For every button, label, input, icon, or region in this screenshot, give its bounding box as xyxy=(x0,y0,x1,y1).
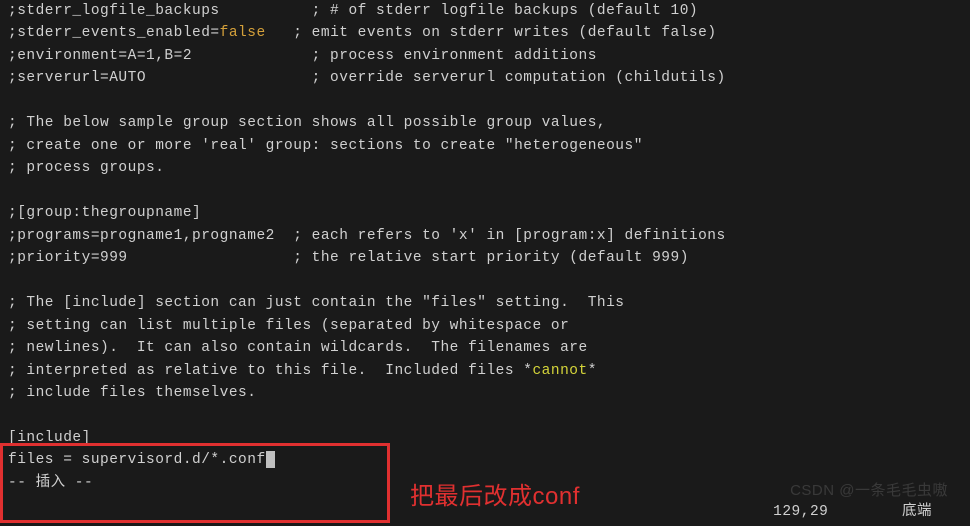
code-line: ; The [include] section can just contain… xyxy=(8,292,962,314)
keyword-cannot: cannot xyxy=(532,363,587,379)
text-segment: ; interpreted as relative to this file. … xyxy=(8,363,532,379)
text-segment: files = supervisord.d/*.conf xyxy=(8,452,266,468)
text-segment: ; process groups. xyxy=(8,160,164,176)
code-line: ; setting can list multiple files (separ… xyxy=(8,315,962,337)
text-segment: ;programs=progname1,progname2 ; each ref… xyxy=(8,228,726,244)
scroll-location: 底端 xyxy=(902,504,932,520)
text-segment: ;stderr_logfile_backups ; # of stderr lo… xyxy=(8,3,698,19)
terminal-content[interactable]: ;stderr_logfile_backups ; # of stderr lo… xyxy=(0,0,970,494)
text-segment: * xyxy=(588,363,597,379)
code-line: ; interpreted as relative to this file. … xyxy=(8,360,962,382)
text-segment: ; emit events on stderr writes (default … xyxy=(266,25,717,41)
text-segment: ;priority=999 ; the relative start prior… xyxy=(8,250,689,266)
code-line: [include] xyxy=(8,427,962,449)
text-segment: [include] xyxy=(8,430,91,446)
cursor-position: 129,29 xyxy=(773,504,828,520)
text-segment xyxy=(8,273,17,289)
keyword-false: false xyxy=(220,25,266,41)
text-segment xyxy=(8,93,17,109)
text-segment: ;serverurl=AUTO ; override serverurl com… xyxy=(8,70,726,86)
text-segment: ;[group:thegroupname] xyxy=(8,205,201,221)
code-line: ; newlines). It can also contain wildcar… xyxy=(8,337,962,359)
code-line: files = supervisord.d/*.conf xyxy=(8,449,962,471)
cursor xyxy=(266,451,275,468)
code-line xyxy=(8,90,962,112)
text-segment: ; setting can list multiple files (separ… xyxy=(8,318,569,334)
text-segment: ; The below sample group section shows a… xyxy=(8,115,606,131)
code-line: ; create one or more 'real' group: secti… xyxy=(8,135,962,157)
code-line: ;[group:thegroupname] xyxy=(8,202,962,224)
text-segment: -- 插入 -- xyxy=(8,475,93,491)
code-line: ;stderr_logfile_backups ; # of stderr lo… xyxy=(8,0,962,22)
code-line xyxy=(8,180,962,202)
code-line: ;priority=999 ; the relative start prior… xyxy=(8,247,962,269)
code-line: ;serverurl=AUTO ; override serverurl com… xyxy=(8,67,962,89)
code-line: ;stderr_events_enabled=false ; emit even… xyxy=(8,22,962,44)
text-segment xyxy=(8,183,17,199)
code-line xyxy=(8,270,962,292)
text-segment: ; create one or more 'real' group: secti… xyxy=(8,138,643,154)
vim-status-right: 129,29 底端 xyxy=(755,478,932,523)
text-segment: ;stderr_events_enabled= xyxy=(8,25,220,41)
code-line: ;programs=progname1,progname2 ; each ref… xyxy=(8,225,962,247)
code-line: ; process groups. xyxy=(8,157,962,179)
code-line: ; The below sample group section shows a… xyxy=(8,112,962,134)
text-segment: ; The [include] section can just contain… xyxy=(8,295,625,311)
text-segment: ; newlines). It can also contain wildcar… xyxy=(8,340,588,356)
code-line: ;environment=A=1,B=2 ; process environme… xyxy=(8,45,962,67)
annotation-text: 把最后改成conf xyxy=(410,478,580,515)
text-segment: ;environment=A=1,B=2 ; process environme… xyxy=(8,48,597,64)
code-line: ; include files themselves. xyxy=(8,382,962,404)
code-line xyxy=(8,404,962,426)
text-segment xyxy=(8,407,17,423)
text-segment: ; include files themselves. xyxy=(8,385,256,401)
